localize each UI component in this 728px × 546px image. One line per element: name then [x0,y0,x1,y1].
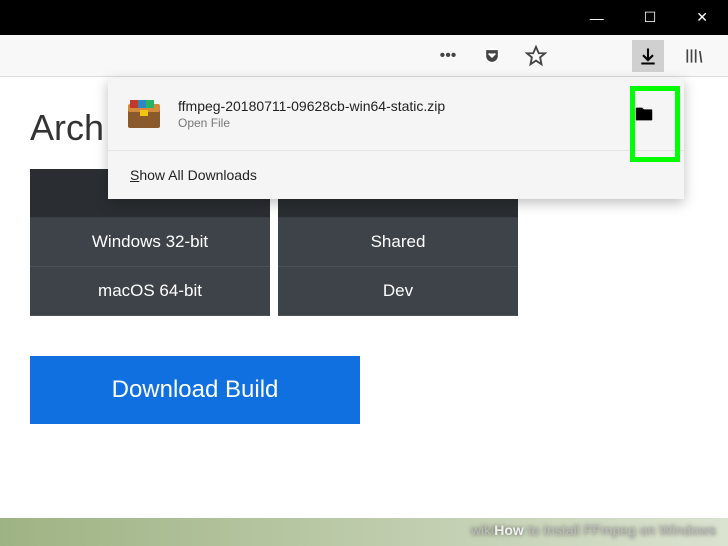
file-name: ffmpeg-20180711-09628cb-win64-static.zip [178,98,612,114]
downloads-icon[interactable] [632,40,664,72]
arch-item-win32[interactable]: Windows 32-bit [30,218,270,267]
open-folder-button[interactable] [622,92,666,136]
pocket-icon[interactable] [478,42,506,70]
show-all-downloads[interactable]: Show All Downloads [108,151,684,199]
download-item[interactable]: ffmpeg-20180711-09628cb-win64-static.zip… [108,78,684,151]
more-icon[interactable]: ••• [434,42,462,70]
folder-icon [633,103,655,125]
download-build-button[interactable]: Download Build [30,356,360,424]
close-button[interactable]: ✕ [696,9,708,26]
watermark: wikiHow to Install FFmpeg on Windows [471,522,716,538]
downloads-panel: ffmpeg-20180711-09628cb-win64-static.zip… [108,78,684,199]
file-info: ffmpeg-20180711-09628cb-win64-static.zip… [178,98,612,130]
browser-toolbar: ••• [0,35,728,77]
library-icon[interactable] [680,42,708,70]
star-icon[interactable] [522,42,550,70]
archive-icon [126,96,162,132]
arch-item-shared[interactable]: Shared [278,218,518,267]
open-file-label: Open File [178,116,612,130]
maximize-button[interactable]: ☐ [644,9,657,26]
minimize-button[interactable]: — [590,10,604,26]
arch-item-dev[interactable]: Dev [278,267,518,316]
arch-item-macos[interactable]: macOS 64-bit [30,267,270,316]
window-titlebar: — ☐ ✕ [0,0,728,35]
